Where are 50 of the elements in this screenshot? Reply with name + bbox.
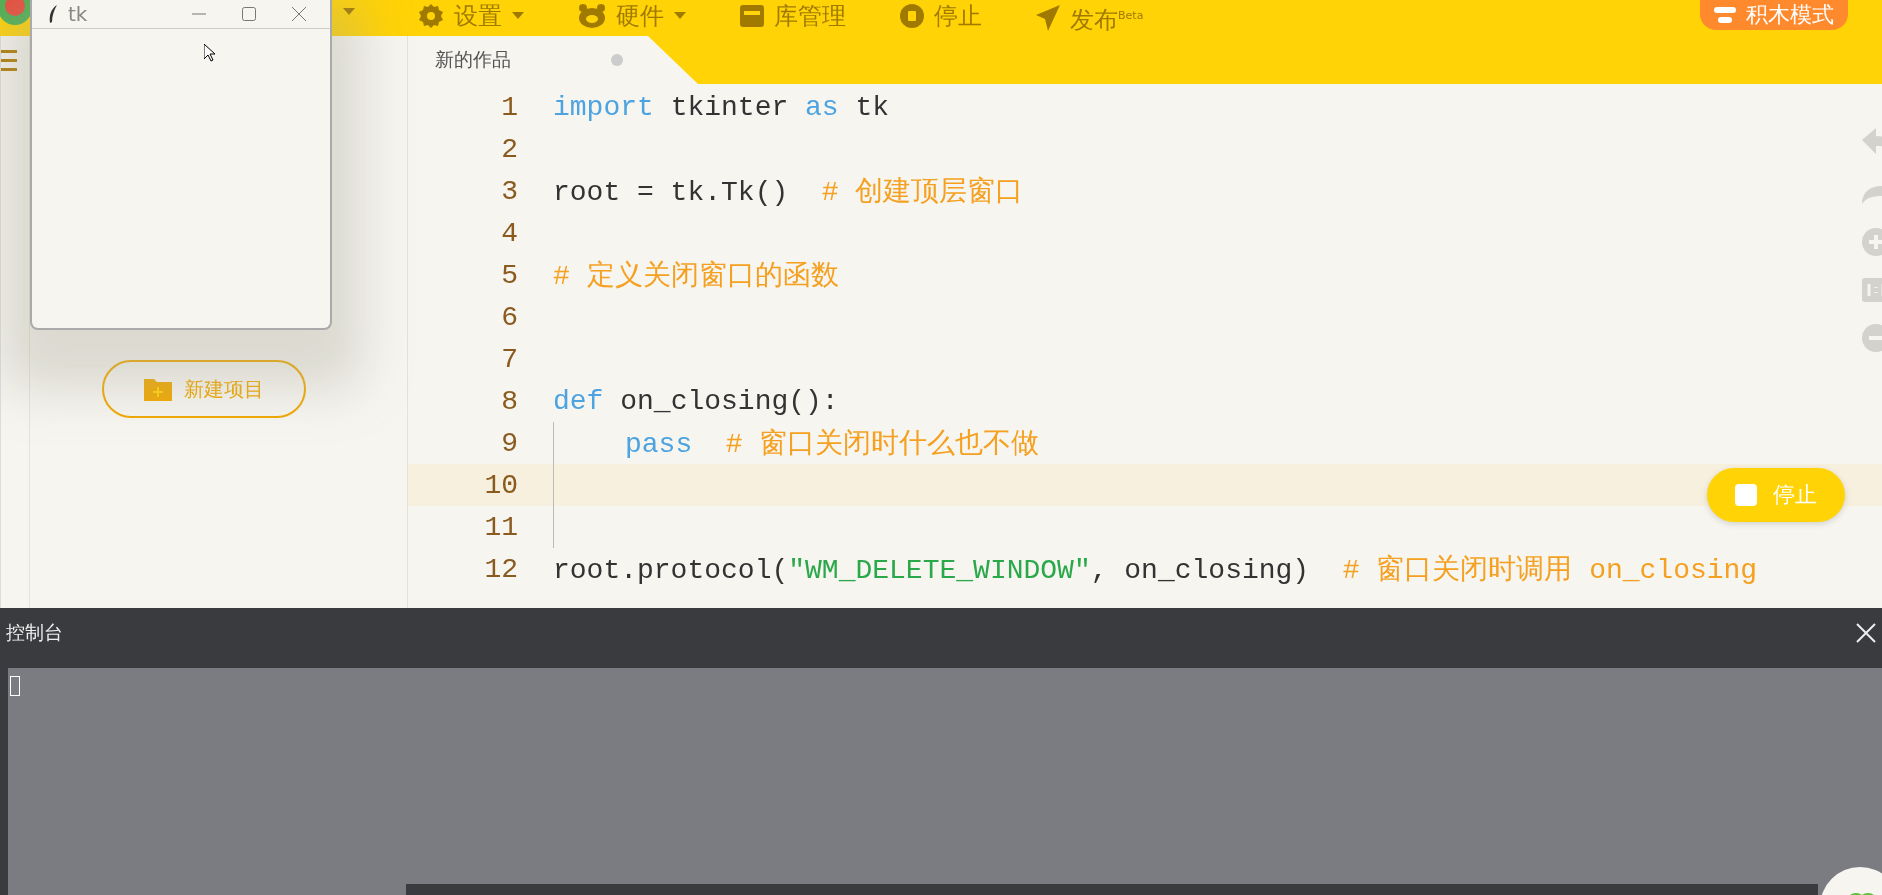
line-number: 3 — [500, 175, 518, 207]
line-number: 6 — [500, 301, 518, 333]
new-project-button[interactable]: 新建项目 — [102, 360, 306, 418]
menu-icon[interactable] — [1, 50, 17, 72]
code-line: pass # 窗口关闭时什么也不做 — [625, 427, 1040, 462]
console-scrollbar[interactable] — [406, 884, 1818, 895]
line-number: 9 — [500, 427, 518, 459]
line-number: 8 — [500, 385, 518, 417]
line-number: 2 — [500, 133, 518, 165]
maximize-icon[interactable] — [242, 7, 256, 21]
line-number: 4 — [500, 217, 518, 249]
stop-button[interactable]: 停止 — [1707, 468, 1845, 522]
avatar-icon[interactable] — [0, 0, 30, 26]
code-line: root.protocol("WM_DELETE_WINDOW", on_closing) # 窗口关闭时调用 on_closing — [553, 553, 1758, 588]
menu-item[interactable]: 设置 — [418, 0, 524, 30]
line-number: 5 — [500, 259, 518, 291]
text-cursor — [10, 676, 20, 696]
menu-item[interactable]: 停止 — [900, 0, 982, 30]
mode-button[interactable]: 积木模式 — [1700, 0, 1848, 30]
stop-icon — [900, 4, 924, 28]
menu-item[interactable]: 硬件 — [578, 0, 686, 30]
code-line: import tkinter as tk — [553, 91, 890, 123]
actual-size-icon[interactable] — [1862, 278, 1882, 302]
console-title: 控制台 — [6, 619, 63, 645]
code-line: def on_closing(): — [553, 385, 839, 417]
gear-icon — [418, 3, 444, 29]
code-line: # 定义关闭窗口的函数 — [553, 259, 839, 294]
caret-icon[interactable] — [343, 8, 355, 16]
code-line: root = tk.Tk() # 创建顶层窗口 — [553, 175, 1024, 210]
close-icon[interactable] — [292, 7, 306, 21]
line-number: 12 — [483, 553, 518, 585]
console-output[interactable] — [8, 668, 1882, 895]
feather-icon — [48, 5, 58, 23]
zoom-out-icon[interactable] — [1862, 324, 1882, 352]
zoom-in-icon[interactable] — [1862, 228, 1882, 256]
file-tab[interactable]: 新的作品 — [408, 36, 698, 84]
line-number: 10 — [483, 469, 518, 501]
menu-item[interactable]: 发布$^{Beta}$ — [1036, 0, 1144, 34]
folder-plus-icon — [144, 377, 172, 401]
paper-plane-icon — [1036, 5, 1060, 31]
line-number: 7 — [500, 343, 518, 375]
mouse-pointer-icon — [204, 44, 216, 62]
line-number: 11 — [483, 511, 518, 543]
line-number: 1 — [500, 91, 518, 123]
face-icon — [578, 4, 606, 28]
menu-item[interactable]: 库管理 — [740, 0, 846, 30]
window-title: tk — [68, 2, 88, 26]
box-icon — [740, 5, 764, 27]
blocks-icon — [1714, 5, 1736, 25]
stop-icon — [1735, 484, 1757, 506]
